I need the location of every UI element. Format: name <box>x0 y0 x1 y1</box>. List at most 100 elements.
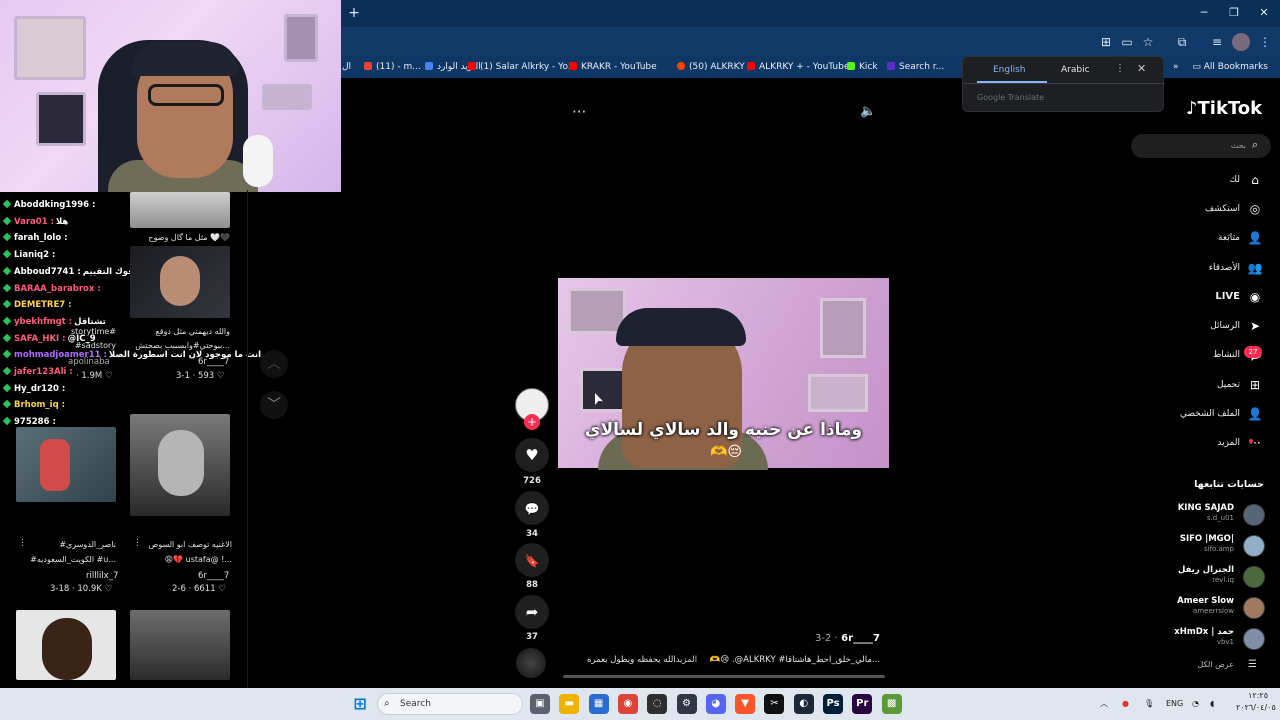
following-handle[interactable]: vbv1 <box>1140 638 1234 646</box>
browser-menu-icon[interactable]: ⋮ <box>1256 33 1274 51</box>
video-thumbnail[interactable] <box>16 427 116 502</box>
volume-icon[interactable]: ◖ <box>1210 694 1214 714</box>
nav-item-icon[interactable]: ◎ <box>1245 199 1265 219</box>
network-icon[interactable]: ◔ <box>1192 694 1199 714</box>
following-handle[interactable]: revl.iq <box>1140 576 1234 584</box>
steam-icon[interactable]: ◐ <box>793 694 814 714</box>
media-controls-icon[interactable]: ≡ <box>1208 33 1226 51</box>
nav-item-icon[interactable]: ⊞ <box>1245 375 1265 395</box>
following-name[interactable]: Ameer Slow <box>1140 596 1234 606</box>
new-tab-button[interactable]: + <box>346 4 362 22</box>
translate-tab-arabic[interactable]: Arabic <box>1061 65 1090 75</box>
nav-item-icon[interactable]: 👤 <box>1245 228 1265 248</box>
video-progress-bar[interactable] <box>563 675 885 678</box>
following-avatar[interactable] <box>1243 504 1265 526</box>
following-name[interactable]: KING SAJAD <box>1140 503 1234 513</box>
save-button[interactable]: 🔖 <box>515 543 549 577</box>
tiktok-logo[interactable]: ♪TikTok <box>1186 98 1262 119</box>
following-handle[interactable]: s.d_u01 <box>1140 514 1234 522</box>
following-avatar[interactable] <box>1243 597 1265 619</box>
bookmark-item[interactable]: (50) ALKRKY <box>677 58 745 76</box>
nav-item-icon[interactable]: ➤ <box>1245 316 1265 336</box>
see-all-link[interactable]: عرض الكل <box>1140 660 1234 669</box>
like-button[interactable]: ♥ <box>515 438 549 472</box>
file-explorer-icon[interactable]: ▬ <box>559 694 580 714</box>
nav-item-label[interactable]: تحميل <box>1140 376 1240 394</box>
discord-icon[interactable]: ◕ <box>705 694 726 714</box>
video-author[interactable]: 6r____7 <box>198 571 229 581</box>
extensions-icon[interactable]: ⧉ <box>1173 33 1191 51</box>
video-thumbnail[interactable] <box>130 414 230 516</box>
taskbar-search[interactable] <box>377 693 523 715</box>
share-button[interactable]: ➦ <box>515 595 549 629</box>
minecraft-icon[interactable]: ▩ <box>881 694 902 714</box>
photoshop-icon[interactable]: Ps <box>823 694 843 714</box>
windows-start-icon[interactable]: ⊞ <box>350 694 370 714</box>
store-icon[interactable]: ▦ <box>588 694 609 714</box>
video-caption[interactable]: الاغنيه توصف ابو السوص <box>140 540 232 549</box>
video-caption[interactable]: storytime# <box>60 327 116 336</box>
nav-item-label[interactable]: استكشف <box>1140 200 1240 218</box>
nav-item-label[interactable]: الأصدقاء <box>1140 259 1240 277</box>
translate-tab-english[interactable]: English <box>993 65 1026 75</box>
video-thumbnail[interactable] <box>130 246 230 318</box>
previous-video-button[interactable]: ︿ <box>260 350 288 378</box>
more-options-icon[interactable]: ··· <box>572 103 586 121</box>
translate-icon[interactable]: ⊞ <box>1097 33 1115 51</box>
obs-icon[interactable]: ◌ <box>647 694 668 714</box>
video-thumbnail[interactable] <box>130 610 230 680</box>
video-caption[interactable]: ببوحتي#وابسببب بصحتش... <box>130 341 230 350</box>
restore-button[interactable]: ❐ <box>1224 5 1244 21</box>
bookmark-item[interactable]: Kick <box>847 58 878 76</box>
task-view-icon[interactable]: ▣ <box>530 694 550 714</box>
more-vert-icon[interactable]: ⋮ <box>1115 63 1125 74</box>
clock[interactable]: ١٢:٢٥ ٢٠٢٦/٠٤/٠٥ <box>1236 690 1276 714</box>
language-indicator[interactable]: ENG <box>1166 694 1183 714</box>
bookmark-item[interactable]: (1) Salar Alkrky - Yo... <box>468 58 576 76</box>
bookmark-item[interactable]: ALKRKY + - YouTube <box>747 58 849 76</box>
tray-chevron-icon[interactable]: ︿ <box>1100 694 1108 714</box>
video-author-line[interactable]: 3-2 · 6r____7 <box>760 633 880 644</box>
following-name[interactable]: SIFO |MGO| <box>1140 534 1234 544</box>
nav-item-label[interactable]: المزيد <box>1140 434 1240 452</box>
video-author[interactable]: 6r____7 <box>198 357 229 367</box>
video-thumbnail[interactable] <box>130 192 230 228</box>
capcut-icon[interactable]: ✂ <box>764 694 785 714</box>
premiere-icon[interactable]: Pr <box>852 694 873 714</box>
list-icon[interactable]: ☰ <box>1248 659 1257 670</box>
next-video-button[interactable]: ﹀ <box>260 391 288 419</box>
video-author[interactable]: rilllilx_7 <box>86 571 118 581</box>
all-bookmarks-button[interactable]: ▭ All Bookmarks <box>1192 58 1268 76</box>
nav-item-icon[interactable]: 👥 <box>1245 258 1265 278</box>
bookmark-item[interactable]: ال <box>342 58 354 76</box>
follow-plus-button[interactable]: + <box>524 414 540 430</box>
nav-item-label[interactable]: الملف الشخصي <box>1140 405 1240 423</box>
nav-item-icon[interactable]: ⌂ <box>1245 170 1265 190</box>
video-caption[interactable]: 😩💔 ustafa@ !... <box>140 555 232 564</box>
nav-item-label[interactable]: النشاط <box>1140 346 1240 364</box>
minimize-button[interactable]: ─ <box>1194 5 1214 21</box>
bookmark-item[interactable]: Search r... <box>887 58 959 76</box>
following-avatar[interactable] <box>1243 628 1265 650</box>
nav-item-label[interactable]: متابَعة <box>1140 229 1240 247</box>
see-more-link[interactable]: المزيد <box>676 655 697 665</box>
video-caption[interactable]: #ناصر_الدوسري <box>24 540 116 549</box>
brave-icon[interactable]: ▼ <box>735 694 756 714</box>
cast-icon[interactable]: ▭ <box>1118 33 1136 51</box>
nav-item-label[interactable]: لك <box>1140 171 1240 189</box>
following-name[interactable]: الجنرال ريفل <box>1140 565 1234 575</box>
nav-item-icon[interactable]: ··· <box>1245 433 1265 453</box>
comment-button[interactable]: 💬 <box>515 491 549 525</box>
bookmarks-overflow-button[interactable]: » <box>1173 58 1185 76</box>
search-icon[interactable]: ⌕ <box>1252 138 1258 152</box>
close-window-button[interactable]: ✕ <box>1254 5 1274 21</box>
following-name[interactable]: xHmDx | حمد <box>1140 627 1234 637</box>
following-handle[interactable]: ameerrslow <box>1140 607 1234 615</box>
nav-item-label[interactable]: الرسائل <box>1140 317 1240 335</box>
nav-item-label[interactable]: LIVE <box>1140 288 1240 306</box>
video-thumbnail[interactable] <box>16 610 116 680</box>
bookmark-star-icon[interactable]: ☆ <box>1139 33 1157 51</box>
music-disc-icon[interactable] <box>516 648 546 678</box>
video-caption[interactable]: والله ديهمني مثل دوقع <box>130 327 230 336</box>
video-caption[interactable]: #sadstory <box>60 341 116 350</box>
